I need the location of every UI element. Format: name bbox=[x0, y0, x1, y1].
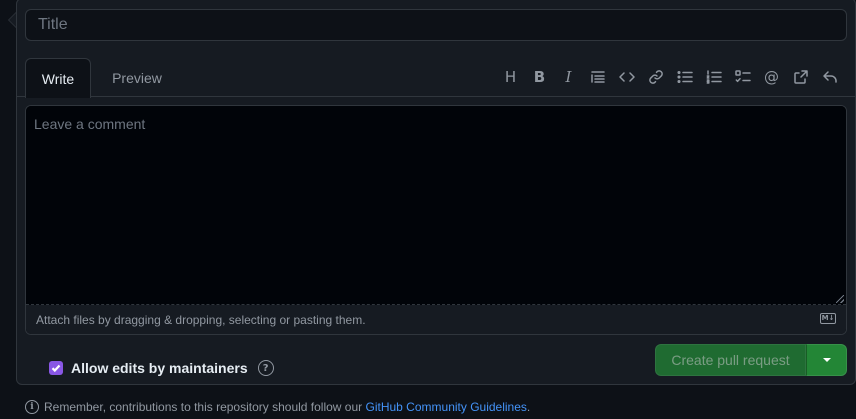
guidelines-note: i Remember, contributions to this reposi… bbox=[25, 400, 530, 414]
question-icon[interactable]: ? bbox=[257, 360, 274, 376]
italic-icon[interactable]: I bbox=[554, 65, 583, 89]
pull-request-form: Write Preview H B I @ bbox=[0, 0, 856, 419]
info-icon: i bbox=[25, 400, 39, 414]
guidelines-text: Remember, contributions to this reposito… bbox=[44, 400, 363, 414]
checkmark-icon bbox=[51, 364, 61, 373]
allow-edits-checkbox[interactable] bbox=[49, 361, 63, 375]
guidelines-suffix: . bbox=[526, 400, 531, 414]
markdown-icon[interactable]: M↓ bbox=[820, 313, 836, 324]
quote-icon[interactable] bbox=[583, 65, 612, 89]
task-list-icon[interactable] bbox=[728, 65, 757, 89]
link-icon[interactable] bbox=[641, 65, 670, 89]
tab-write[interactable]: Write bbox=[25, 58, 91, 98]
reply-icon[interactable] bbox=[815, 65, 844, 89]
comment-textarea[interactable] bbox=[26, 106, 846, 305]
markdown-toolbar: H B I @ bbox=[496, 65, 844, 89]
bold-icon[interactable]: B bbox=[525, 65, 554, 89]
avatar-pointer bbox=[8, 12, 16, 28]
triangle-down-icon bbox=[822, 358, 831, 362]
code-icon[interactable] bbox=[612, 65, 641, 89]
create-options-dropdown[interactable] bbox=[806, 344, 847, 376]
cross-reference-icon[interactable] bbox=[786, 65, 815, 89]
create-pr-button-group: Create pull request bbox=[655, 344, 847, 376]
community-guidelines-link[interactable]: GitHub Community Guidelines bbox=[366, 400, 527, 414]
title-input[interactable] bbox=[25, 9, 847, 41]
allow-edits-option: Allow edits by maintainers ? bbox=[49, 360, 274, 376]
heading-icon[interactable]: H bbox=[496, 65, 525, 89]
attach-files-bar[interactable]: Attach files by dragging & dropping, sel… bbox=[26, 305, 846, 334]
create-pull-request-button[interactable]: Create pull request bbox=[655, 344, 806, 376]
unordered-list-icon[interactable] bbox=[670, 65, 699, 89]
comment-editor: Attach files by dragging & dropping, sel… bbox=[25, 105, 847, 335]
mention-icon[interactable]: @ bbox=[757, 65, 786, 89]
allow-edits-label[interactable]: Allow edits by maintainers bbox=[71, 360, 248, 376]
attach-files-text: Attach files by dragging & dropping, sel… bbox=[36, 312, 366, 327]
ordered-list-icon[interactable] bbox=[699, 65, 728, 89]
resize-handle[interactable] bbox=[836, 295, 844, 303]
tab-preview[interactable]: Preview bbox=[97, 58, 177, 97]
